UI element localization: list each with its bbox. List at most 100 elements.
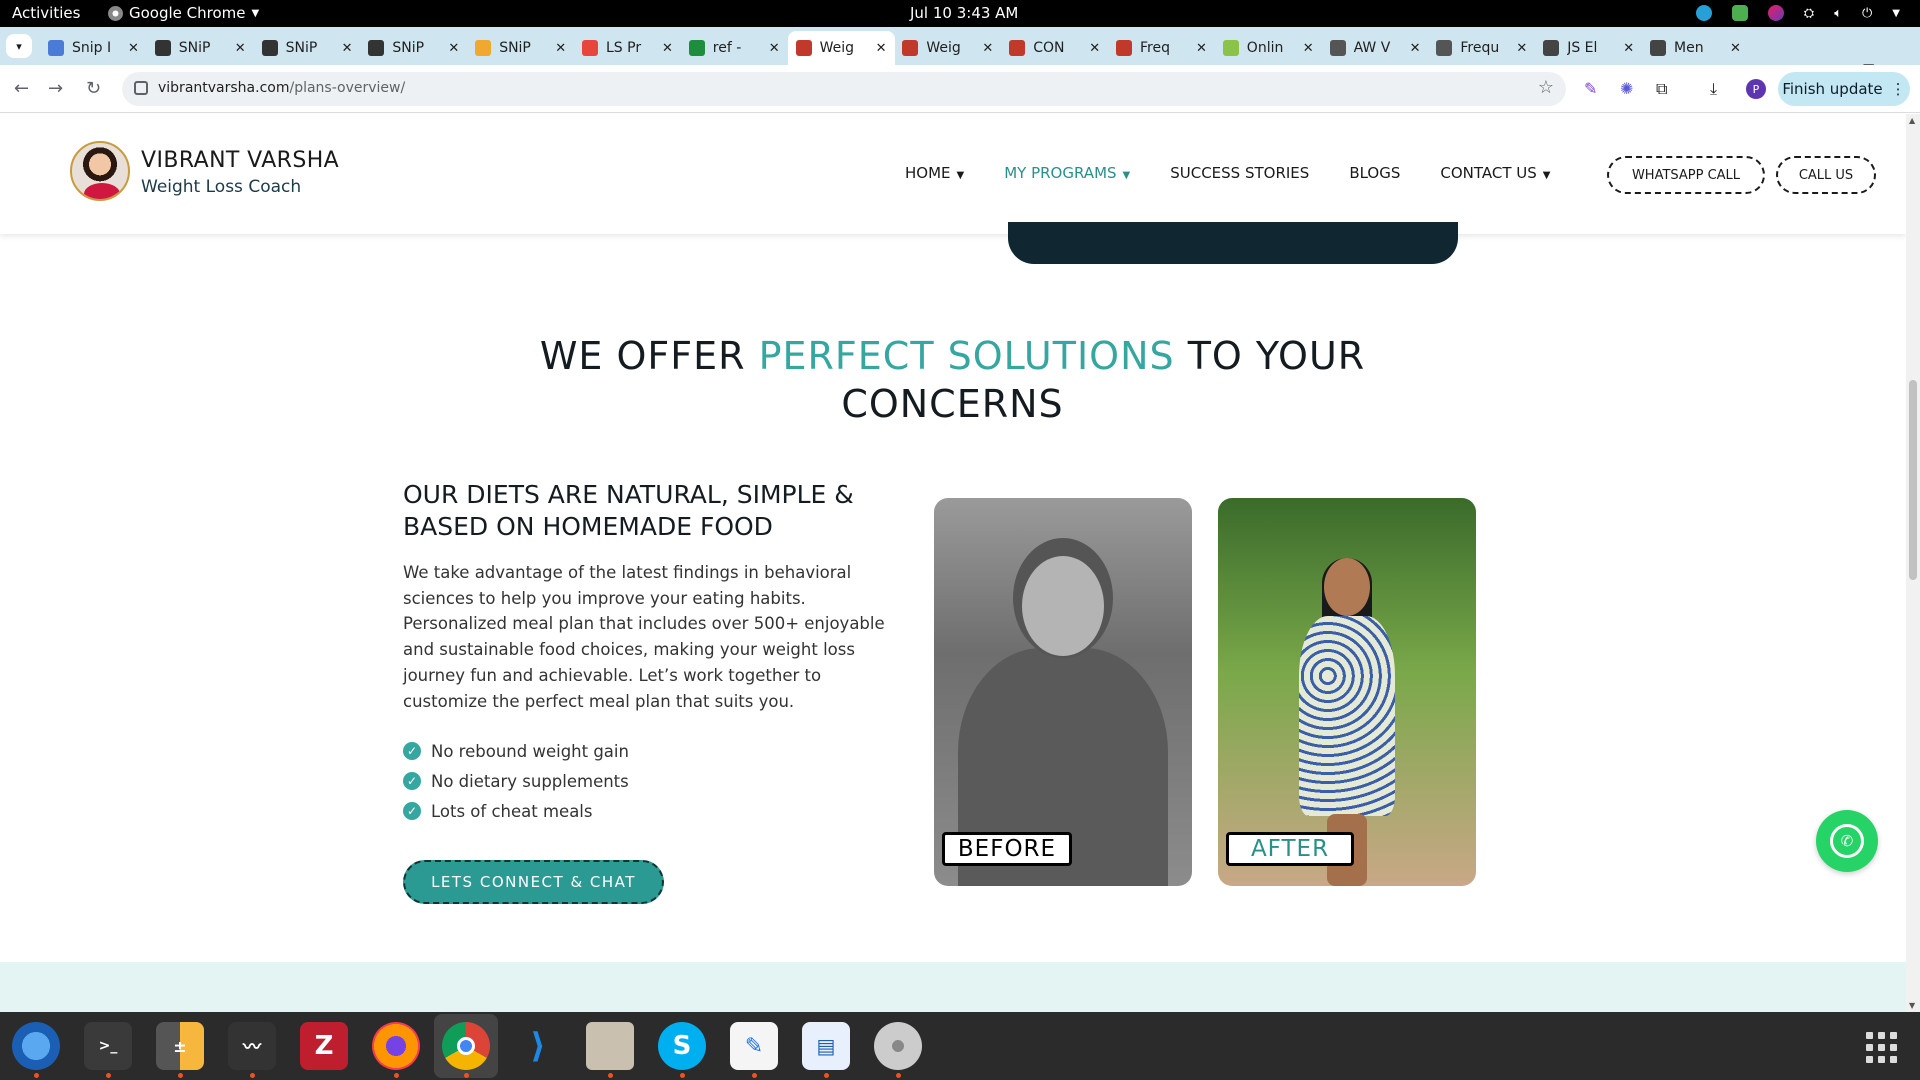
tab-close-icon[interactable]: ✕	[1516, 41, 1527, 56]
browser-tab[interactable]: Weig ✕	[787, 31, 895, 65]
sync-icon[interactable]	[1695, 5, 1712, 21]
files-icon[interactable]	[586, 1022, 634, 1078]
section-title: WE OFFER PERFECT SOLUTIONS TO YOUR CONCE…	[539, 334, 1366, 426]
address-bar[interactable]: vibrantvarsha.com/plans-overview/ ☆	[122, 72, 1566, 106]
browser-tab[interactable]: Weig ✕	[894, 31, 1001, 65]
tab-close-icon[interactable]: ✕	[1623, 41, 1634, 56]
finish-update-button[interactable]: Finish update ⋮	[1778, 72, 1910, 106]
tab-close-icon[interactable]: ✕	[342, 41, 353, 56]
scrollbar-thumb[interactable]	[1909, 380, 1917, 580]
browser-tab[interactable]: AW V ✕	[1322, 31, 1429, 65]
system-tray[interactable]: ⛭ 🔈︎ ⏻ ▼	[1695, 5, 1900, 21]
logo-avatar[interactable]	[70, 141, 130, 201]
list-item: ✓ Lots of cheat meals	[403, 796, 629, 826]
chrome-icon[interactable]	[442, 1022, 490, 1078]
site-info-icon[interactable]	[134, 81, 148, 95]
browser-tab[interactable]: Freq ✕	[1108, 31, 1215, 65]
extensions-puzzle-icon[interactable]: ⧉	[1656, 79, 1676, 99]
bookmark-star-icon[interactable]: ☆	[1538, 77, 1554, 98]
document-viewer-icon[interactable]: ▤	[802, 1022, 850, 1078]
filezilla-icon[interactable]: Z	[300, 1022, 348, 1070]
thunderbird-icon[interactable]	[12, 1022, 60, 1078]
firefox-icon[interactable]	[372, 1022, 420, 1078]
browser-tab[interactable]: SNiP ✕	[254, 31, 361, 65]
system-monitor-icon[interactable]: 〰	[228, 1022, 276, 1078]
browser-tab[interactable]: ref - ✕	[681, 31, 788, 65]
tab-close-icon[interactable]: ✕	[1410, 41, 1421, 56]
tab-favicon-icon	[1329, 40, 1346, 56]
tab-favicon-icon	[475, 40, 492, 56]
tab-favicon-icon	[154, 40, 171, 56]
tab-label: Weig	[819, 40, 855, 56]
browser-tab[interactable]: Men ✕	[1642, 31, 1749, 65]
tab-label: Men	[1674, 40, 1704, 56]
nav-my-programs[interactable]: MY PROGRAMS ▼	[1004, 164, 1130, 182]
pen-extension-icon[interactable]: ✎	[1584, 79, 1604, 99]
nav-success-stories[interactable]: SUCCESS STORIES	[1170, 164, 1309, 182]
call-us-button[interactable]: CALL US	[1776, 156, 1876, 194]
calculator-icon[interactable]: ±	[156, 1022, 204, 1078]
brand-name[interactable]: VIBRANT VARSHA	[141, 148, 339, 173]
tab-close-icon[interactable]: ✕	[1303, 41, 1314, 56]
tab-close-icon[interactable]: ✕	[448, 41, 459, 56]
browser-tab[interactable]: CON ✕	[1001, 31, 1108, 65]
volume-icon[interactable]: 🔈︎	[1834, 6, 1842, 21]
browser-tab[interactable]: SNiP ✕	[467, 31, 574, 65]
tab-close-icon[interactable]: ✕	[235, 41, 246, 56]
lets-connect-chat-button[interactable]: LETS CONNECT & CHAT	[403, 860, 664, 904]
nav-blogs[interactable]: BLOGS	[1349, 164, 1400, 182]
diet-subtitle: OUR DIETS ARE NATURAL, SIMPLE & BASED ON…	[403, 480, 854, 541]
browser-tab[interactable]: SNiP ✕	[147, 31, 254, 65]
disk-icon[interactable]	[874, 1022, 922, 1078]
tab-close-icon[interactable]: ✕	[128, 41, 139, 56]
vscode-icon[interactable]: ⟩	[514, 1022, 562, 1070]
browser-tab[interactable]: Snip I ✕	[40, 31, 147, 65]
tab-close-icon[interactable]: ✕	[876, 41, 887, 56]
show-apps-grid-icon[interactable]	[1866, 1032, 1897, 1063]
nav-home[interactable]: HOME ▼	[905, 164, 964, 182]
whatsapp-call-button[interactable]: WHATSAPP CALL	[1607, 156, 1765, 194]
tab-close-icon[interactable]: ✕	[769, 41, 780, 56]
terminal-icon[interactable]: >_	[84, 1022, 132, 1078]
nav-contact-us[interactable]: CONTACT US ▼	[1440, 164, 1550, 182]
browser-tab[interactable]: JS El ✕	[1535, 31, 1642, 65]
check-circle-icon: ✓	[403, 742, 421, 760]
clock[interactable]: Jul 10 3:43 AM	[910, 4, 1018, 22]
text-editor-icon[interactable]: ✎	[730, 1022, 778, 1078]
tab-close-icon[interactable]: ✕	[1089, 41, 1100, 56]
browser-tab[interactable]: LS Pr ✕	[574, 31, 681, 65]
browser-tab[interactable]: Frequ ✕	[1428, 31, 1535, 65]
color-picker-icon[interactable]	[1767, 5, 1784, 21]
scroll-down-arrow[interactable]: ▼	[1909, 1001, 1915, 1010]
tab-close-icon[interactable]: ✕	[555, 41, 566, 56]
chevron-down-icon[interactable]: ▼	[1892, 8, 1900, 19]
back-button[interactable]: ←	[14, 78, 29, 99]
skype-icon[interactable]: S	[658, 1022, 706, 1078]
tab-close-icon[interactable]: ✕	[662, 41, 673, 56]
tab-close-icon[interactable]: ✕	[982, 41, 993, 56]
gear-extension-icon[interactable]: ✺	[1620, 79, 1640, 99]
list-item: ✓ No rebound weight gain	[403, 736, 629, 766]
tab-close-icon[interactable]: ✕	[1730, 41, 1741, 56]
activities-button[interactable]: Activities	[12, 4, 80, 22]
tab-label: Freq	[1140, 40, 1170, 56]
forward-button[interactable]: →	[48, 78, 63, 99]
tab-label: SNiP	[392, 40, 425, 56]
browser-tab[interactable]: Onlin ✕	[1215, 31, 1322, 65]
check-circle-icon: ✓	[403, 802, 421, 820]
scroll-up-arrow[interactable]: ▲	[1909, 116, 1915, 125]
tab-label: SNiP	[285, 40, 318, 56]
reload-button[interactable]: ↻	[86, 78, 101, 99]
download-icon[interactable]: ⤓	[1710, 79, 1730, 99]
profile-avatar[interactable]: P	[1746, 79, 1766, 99]
page-scrollbar[interactable]: ▲ ▼	[1906, 114, 1920, 1012]
network-icon[interactable]: ⛭	[1804, 6, 1814, 21]
tab-search-button[interactable]: ▾	[6, 34, 32, 58]
shield-check-icon[interactable]	[1731, 5, 1748, 21]
whatsapp-floating-button[interactable]: ✆	[1816, 810, 1878, 872]
tab-close-icon[interactable]: ✕	[1196, 41, 1207, 56]
power-icon[interactable]: ⏻	[1862, 6, 1872, 21]
app-menu[interactable]: Google Chrome ▼	[108, 4, 259, 22]
url-text[interactable]: vibrantvarsha.com/plans-overview/	[158, 80, 405, 96]
browser-tab[interactable]: SNiP ✕	[360, 31, 467, 65]
